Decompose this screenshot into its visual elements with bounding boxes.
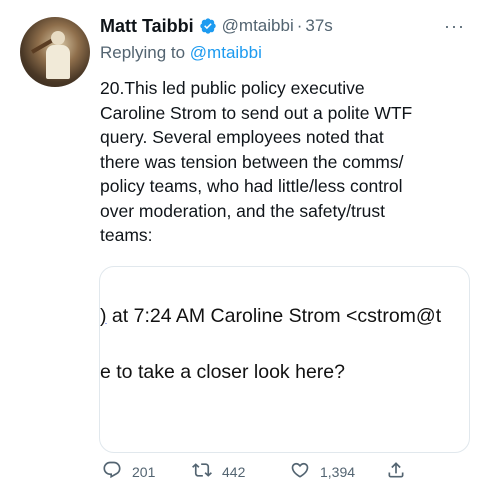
tweet-timestamp[interactable]: 37s xyxy=(305,16,332,36)
reply-icon xyxy=(102,460,132,483)
tweet-text-line: there was tension between the comms/ xyxy=(100,151,404,172)
tweet-image[interactable]: ) at 7:24 AM Caroline Strom <cstrom@t e … xyxy=(99,266,470,453)
separator-dot: · xyxy=(296,16,303,35)
tweet-text-line: over moderation, and the safety/trust xyxy=(100,200,386,221)
share-icon xyxy=(386,460,416,483)
image-text-email-line: at 7:24 AM Caroline Strom <cstrom@t xyxy=(106,305,442,327)
tweet-actions: 201 442 1,394 xyxy=(102,460,422,484)
author-name[interactable]: Matt Taibbi xyxy=(100,16,194,37)
avatar-body-shape xyxy=(46,45,70,79)
replying-to-label: Replying to xyxy=(100,43,186,62)
tweet-header: Matt Taibbi @mtaibbi · 37s ··· xyxy=(100,14,475,38)
retweet-button[interactable]: 442 xyxy=(192,460,245,483)
tweet-text-line: Caroline Strom to send out a polite WTF xyxy=(100,102,413,123)
retweet-count: 442 xyxy=(222,463,246,480)
more-horizontal-icon[interactable]: ··· xyxy=(444,16,465,37)
like-count: 1,394 xyxy=(320,463,356,480)
tweet-text-line: policy teams, who had little/less contro… xyxy=(100,176,403,196)
image-text-line-2: e to take a closer look here? xyxy=(100,361,345,383)
reply-button[interactable]: 201 xyxy=(102,460,155,483)
replying-to-mention[interactable]: @mtaibbi xyxy=(190,43,262,62)
tweet-text-line: 20.This led public policy executive xyxy=(100,78,365,98)
image-text-line-1: ) at 7:24 AM Caroline Strom <cstrom@t xyxy=(100,305,441,328)
share-button[interactable] xyxy=(386,460,416,483)
author-handle[interactable]: @mtaibbi xyxy=(222,16,294,36)
reply-count: 201 xyxy=(132,463,156,480)
replying-to: Replying to @mtaibbi xyxy=(100,43,262,63)
tweet-text: 20.This led public policy executive Caro… xyxy=(100,76,480,248)
tweet-text-line: query. Several employees noted that xyxy=(100,127,384,147)
tweet-text-line: teams: xyxy=(100,225,153,245)
like-button[interactable]: 1,394 xyxy=(290,460,355,483)
retweet-icon xyxy=(192,460,222,483)
heart-icon xyxy=(290,460,320,483)
avatar-head-shape xyxy=(51,31,65,45)
verified-badge-icon xyxy=(199,17,217,35)
avatar[interactable] xyxy=(20,17,90,87)
